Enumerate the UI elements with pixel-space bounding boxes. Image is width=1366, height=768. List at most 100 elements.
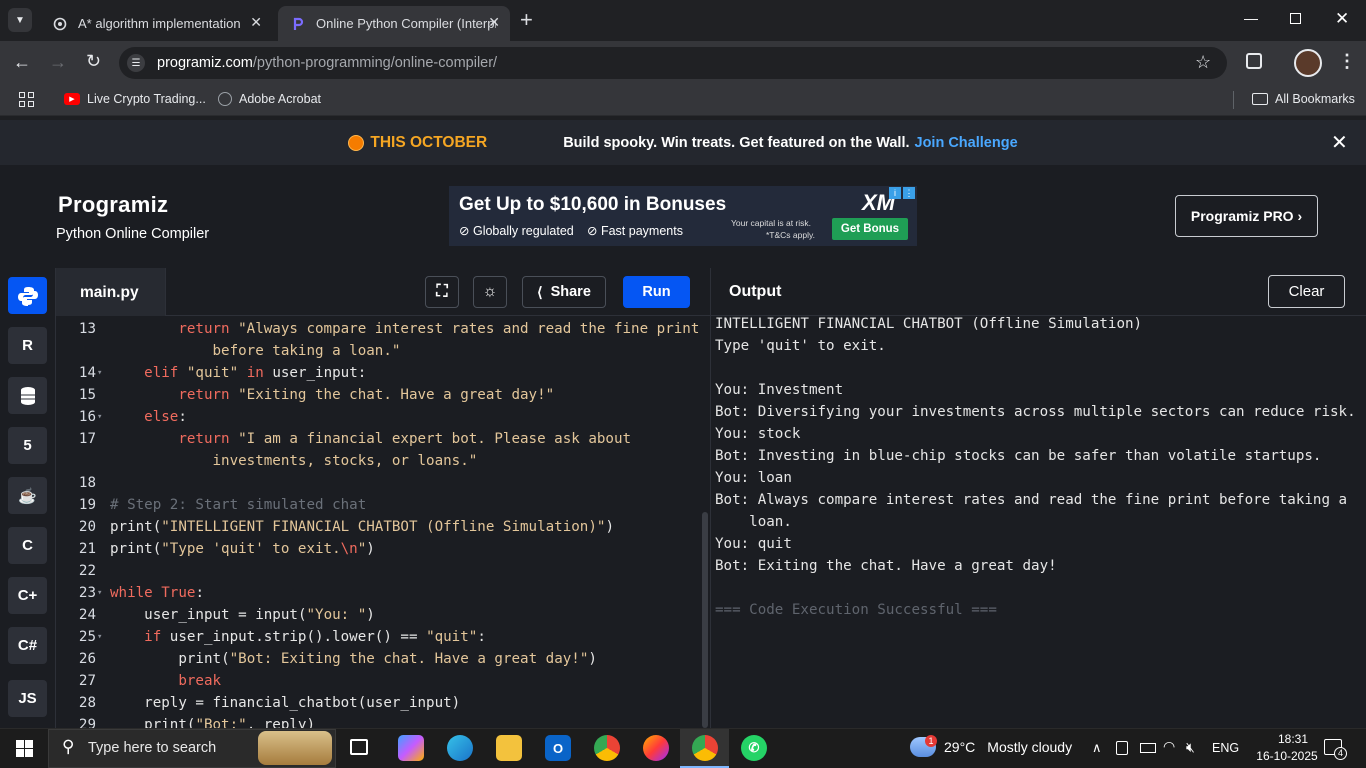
bookmark-label: Adobe Acrobat: [239, 92, 322, 106]
close-icon[interactable]: ✕: [250, 14, 262, 31]
minimize-icon[interactable]: —: [1244, 10, 1258, 26]
tray-device-icon[interactable]: [1116, 741, 1128, 755]
code-line[interactable]: before taking a loan.": [110, 343, 401, 359]
tab-astar[interactable]: A* algorithm implementation ✕: [40, 6, 272, 41]
profile-avatar[interactable]: [1294, 49, 1322, 77]
search-placeholder: Type here to search: [88, 740, 217, 756]
share-button[interactable]: ⟨ Share: [522, 276, 606, 308]
lang-html-icon[interactable]: 5: [8, 427, 47, 464]
lang-cpp-icon[interactable]: C+: [8, 577, 47, 614]
promo-close-icon[interactable]: ✕: [1331, 130, 1348, 155]
programiz-pro-button[interactable]: Programiz PRO ›: [1175, 195, 1318, 237]
lang-r-icon[interactable]: R: [8, 327, 47, 364]
join-challenge-link[interactable]: Join Challenge: [915, 135, 1018, 151]
site-settings-icon[interactable]: ☰: [127, 54, 145, 72]
tab-programiz[interactable]: Online Python Compiler (Interpre ✕: [278, 6, 510, 41]
restore-icon[interactable]: [1290, 13, 1301, 24]
code-line[interactable]: return "Always compare interest rates an…: [110, 321, 699, 337]
outlook-icon[interactable]: O: [545, 735, 571, 761]
whatsapp-icon[interactable]: ✆: [741, 735, 767, 761]
fold-chevron-icon[interactable]: ▾: [97, 368, 102, 378]
clock-time[interactable]: 18:31: [1263, 732, 1323, 746]
output-line: You: Investment: [715, 382, 844, 398]
forward-icon[interactable]: →: [49, 52, 67, 73]
file-explorer-icon[interactable]: [496, 735, 522, 761]
ad-feature-1: ⊘ Globally regulated: [459, 224, 574, 238]
code-line[interactable]: return "Exiting the chat. Have a great d…: [110, 387, 554, 403]
windows-start-icon[interactable]: [16, 740, 33, 757]
clock-date[interactable]: 16-10-2025: [1247, 749, 1327, 763]
code-line[interactable]: while True:: [110, 585, 204, 601]
ad-info-icon[interactable]: i: [889, 187, 901, 199]
firefox-icon[interactable]: [643, 735, 669, 761]
code-line[interactable]: investments, stocks, or loans.": [110, 453, 478, 469]
bookmark-adobe-acrobat[interactable]: Adobe Acrobat: [218, 92, 321, 106]
ad-close-icon[interactable]: ⋮: [903, 187, 915, 199]
code-line[interactable]: elif "quit" in user_input:: [110, 365, 366, 381]
battery-icon[interactable]: [1140, 743, 1156, 753]
close-icon[interactable]: ✕: [488, 14, 500, 31]
task-view-icon[interactable]: [350, 739, 368, 755]
code-editor[interactable]: 13 return "Always compare interest rates…: [56, 316, 710, 728]
tray-chevron-up-icon[interactable]: ∧: [1092, 740, 1102, 756]
promo-text: Build spooky. Win treats. Get featured o…: [563, 134, 910, 151]
back-icon[interactable]: ←: [13, 52, 31, 73]
fold-chevron-icon[interactable]: ▾: [97, 412, 102, 422]
chrome-profile-icon[interactable]: [692, 735, 718, 761]
lang-js-icon[interactable]: JS: [8, 680, 47, 717]
chrome-icon[interactable]: [594, 735, 620, 761]
lang-csharp-icon[interactable]: C#: [8, 627, 47, 664]
code-line[interactable]: print("Bot:", reply): [110, 717, 315, 728]
get-bonus-button[interactable]: Get Bonus: [832, 218, 908, 240]
weather-temp: 29°C: [944, 739, 976, 755]
window-close-icon[interactable]: ✕: [1335, 9, 1349, 29]
output-line: Bot: Exiting the chat. Have a great day!: [715, 558, 1057, 574]
code-line[interactable]: # Step 2: Start simulated chat: [110, 497, 366, 513]
apps-grid-icon[interactable]: [19, 92, 34, 107]
line-number: 28: [78, 695, 96, 711]
line-number: 26: [78, 651, 96, 667]
code-line[interactable]: print("Type 'quit' to exit.\n"): [110, 541, 375, 557]
weather-text: Mostly cloudy: [987, 739, 1073, 755]
search-highlight-image: [258, 731, 332, 765]
tab-title: A* algorithm implementation: [78, 16, 241, 31]
wifi-icon[interactable]: ◠: [1163, 738, 1175, 755]
run-button[interactable]: Run: [623, 276, 690, 308]
editor-scrollbar[interactable]: [702, 512, 708, 728]
code-line[interactable]: return "I am a financial expert bot. Ple…: [110, 431, 631, 447]
lang-python-icon[interactable]: [8, 277, 47, 314]
output-line: You: loan: [715, 470, 792, 486]
pumpkin-icon: [348, 134, 365, 151]
code-line[interactable]: print("Bot: Exiting the chat. Have a gre…: [110, 651, 597, 667]
input-language[interactable]: ENG: [1212, 741, 1239, 755]
theme-toggle-button[interactable]: ☼: [473, 276, 507, 308]
code-line[interactable]: if user_input.strip().lower() == "quit":: [110, 629, 486, 645]
bookmark-live-crypto[interactable]: ▶ Live Crypto Trading...: [64, 92, 206, 106]
code-line[interactable]: break: [110, 673, 221, 689]
reload-icon[interactable]: ↻: [86, 51, 101, 72]
url-text[interactable]: programiz.com/python-programming/online-…: [157, 55, 497, 71]
code-line[interactable]: user_input = input("You: "): [110, 607, 375, 623]
share-icon: ⟨: [537, 283, 543, 300]
code-line[interactable]: print("INTELLIGENT FINANCIAL CHATBOT (Of…: [110, 519, 614, 535]
copilot-icon[interactable]: [398, 735, 424, 761]
programiz-logo[interactable]: Programiz: [58, 192, 168, 218]
fold-chevron-icon[interactable]: ▾: [97, 588, 102, 598]
lang-java-icon[interactable]: ☕: [8, 477, 47, 514]
code-line[interactable]: else:: [110, 409, 187, 425]
tab-search-button[interactable]: ▼: [8, 8, 32, 32]
all-bookmarks[interactable]: All Bookmarks: [1252, 92, 1355, 106]
fullscreen-button[interactable]: ⛶: [425, 276, 459, 308]
browser-menu-icon[interactable]: ⋮: [1338, 51, 1356, 72]
bookmark-star-icon[interactable]: ☆: [1195, 52, 1211, 73]
clear-button[interactable]: Clear: [1268, 275, 1345, 308]
lang-sql-icon[interactable]: [8, 377, 47, 414]
extensions-icon[interactable]: [1246, 53, 1262, 69]
volume-muted-icon[interactable]: 🔇︎: [1186, 739, 1195, 756]
new-tab-icon[interactable]: +: [520, 9, 533, 31]
lang-c-icon[interactable]: C: [8, 527, 47, 564]
edge-icon[interactable]: [447, 735, 473, 761]
bookmarks-divider: [1233, 91, 1234, 109]
fold-chevron-icon[interactable]: ▾: [97, 632, 102, 642]
code-line[interactable]: reply = financial_chatbot(user_input): [110, 695, 460, 711]
